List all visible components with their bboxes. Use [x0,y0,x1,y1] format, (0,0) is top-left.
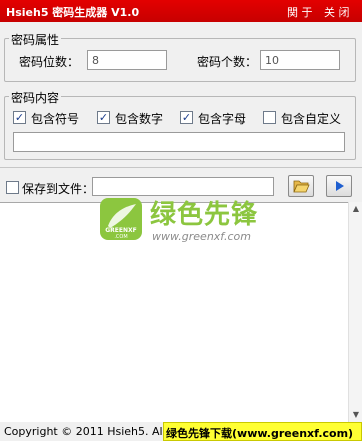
letters-checkbox[interactable]: ✓ [180,111,193,124]
digits-label: 包含数字 [115,112,164,126]
symbols-checkbox[interactable]: ✓ [13,111,26,124]
password-content-legend: 密码内容 [9,89,62,106]
watermark-logo: GREENXF .COM 绿色先锋 www.greenxf.com [98,194,268,250]
symbols-label: 包含符号 [31,112,80,126]
svg-text:GREENXF: GREENXF [105,227,137,234]
watermark-url: www.greenxf.com [152,230,251,243]
svg-text:.COM: .COM [114,234,127,240]
scroll-down-icon[interactable]: ▼ [349,408,362,422]
save-to-file-checkbox[interactable] [6,181,19,194]
about-button[interactable]: 関 于 [287,4,313,20]
custom-chars-input[interactable] [13,132,345,152]
password-props-group: 密码属性 密码位数： 密码个数： [4,31,356,82]
count-label: 密码个数： [197,55,258,69]
password-length-input[interactable] [87,50,167,70]
output-scrollbar[interactable]: ▲ ▼ [348,202,362,422]
custom-label: 包含自定义 [281,112,342,126]
custom-checkbox[interactable] [263,111,276,124]
scroll-up-icon[interactable]: ▲ [349,202,362,216]
divider [0,167,362,168]
run-button[interactable] [326,175,352,197]
title-bar: Hsieh5 密码生成器 V1.0 関 于 关 闭 [0,0,362,22]
greenxf-badge-icon: GREENXF .COM [100,198,142,240]
watermark-big-text: 绿色先锋 [150,200,259,230]
browse-button[interactable] [288,175,314,197]
window-title: Hsieh5 密码生成器 V1.0 [6,6,140,19]
digits-checkbox[interactable]: ✓ [97,111,110,124]
password-content-group: 密码内容 ✓ 包含符号 ✓ 包含数字 ✓ 包含字母 包含自定义 [4,89,356,160]
password-props-legend: 密码属性 [9,31,62,48]
footer: Copyright © 2011 Hsieh5. All Rig 绿色先锋下载(… [0,422,362,441]
save-to-file-label: 保存到文件： [22,182,95,196]
letters-label: 包含字母 [198,112,247,126]
folder-open-icon [293,180,310,193]
copyright-text: Copyright © 2011 Hsieh5. All Rig [4,425,187,438]
password-count-input[interactable] [260,50,340,70]
close-button[interactable]: 关 闭 [324,4,350,20]
download-site-banner: 绿色先锋下载(www.greenxf.com) [163,422,362,441]
play-arrow-icon [336,181,344,191]
length-label: 密码位数： [19,55,80,69]
